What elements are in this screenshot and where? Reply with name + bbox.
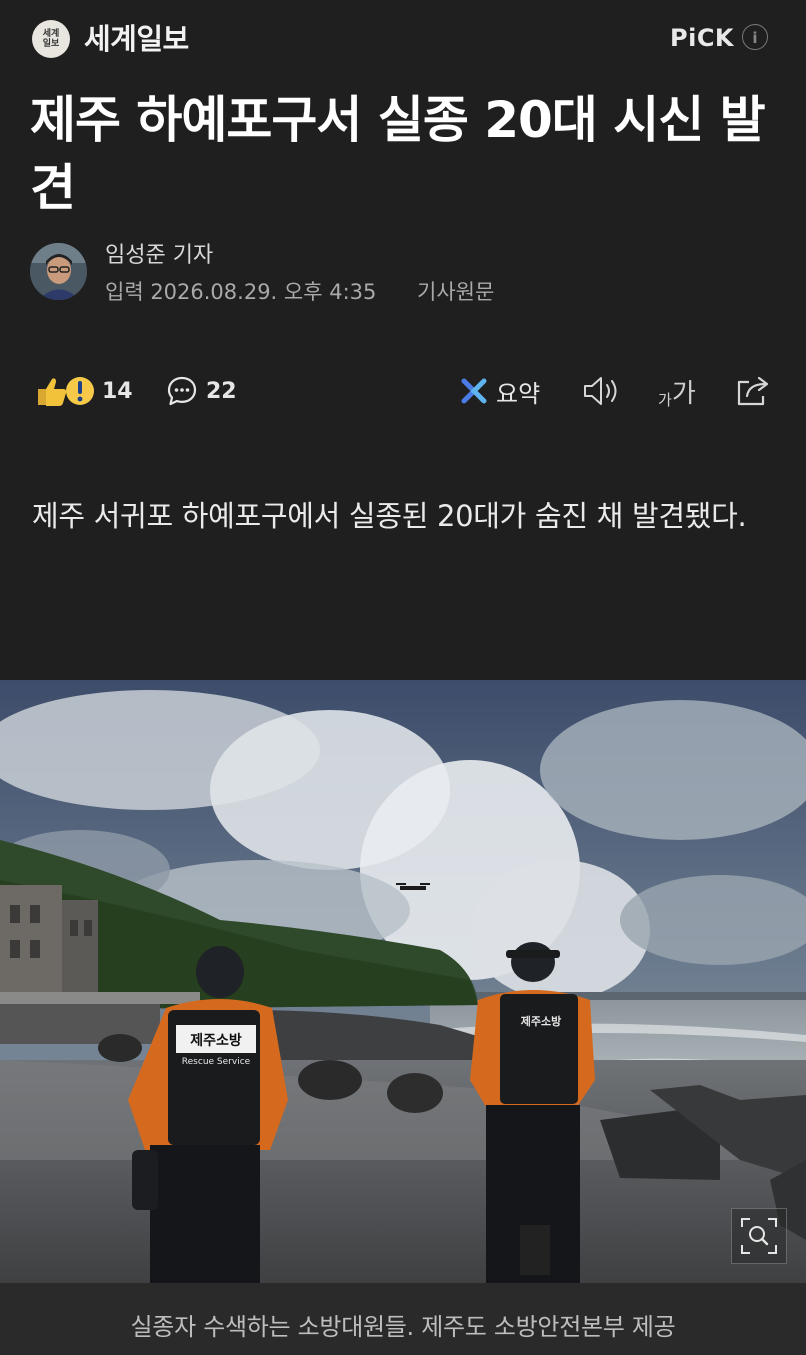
- summary-button[interactable]: 요약: [460, 370, 540, 412]
- photo-caption: 실종자 수색하는 소방대원들. 제주도 소방안전본부 제공: [130, 1313, 676, 1341]
- reporter-name[interactable]: 임성준 기자: [105, 241, 213, 271]
- comment-count: 22: [206, 378, 237, 404]
- published-date: 입력 2026.08.29. 오후 4:35: [105, 280, 377, 304]
- font-size-icon: 가 가: [658, 373, 696, 410]
- photo-zoom-button[interactable]: [731, 1208, 787, 1264]
- listen-button[interactable]: [582, 370, 620, 412]
- share-icon: [735, 374, 771, 408]
- vest-label-right: 제주소방: [521, 1014, 561, 1028]
- comment-button[interactable]: 22: [166, 370, 237, 412]
- reaction-button[interactable]: 14: [34, 370, 133, 412]
- speaker-icon: [582, 374, 620, 408]
- press-logo[interactable]: 세계 일보: [32, 20, 70, 58]
- article-title: 제주 하예포구서 실종 20대 시신 발견: [30, 91, 766, 217]
- press-name[interactable]: 세계일보: [84, 20, 189, 58]
- reporter-avatar[interactable]: [30, 243, 87, 300]
- vest-sublabel-left: Rescue Service: [182, 1057, 251, 1067]
- article-lead: 제주 서귀포 하예포구에서 실종된 20대가 숨진 채 발견됐다.: [32, 499, 747, 533]
- article-photo[interactable]: 제주소방 Rescue Service 제주소방: [0, 680, 806, 1283]
- summary-icon: [460, 377, 488, 405]
- summary-label: 요약: [496, 379, 541, 408]
- reaction-count: 14: [102, 378, 133, 404]
- zoom-icon: [741, 1218, 777, 1254]
- logo-text-bottom: 일보: [42, 39, 60, 49]
- font-size-button[interactable]: 가 가: [658, 370, 696, 412]
- font-size-small-label: 가: [658, 390, 672, 409]
- logo-text-top: 세계: [42, 29, 60, 39]
- comment-icon: [166, 375, 198, 407]
- original-article-link[interactable]: 기사원문: [417, 277, 494, 307]
- share-button[interactable]: [735, 370, 771, 412]
- vest-label-left: 제주소방: [190, 1032, 242, 1049]
- font-size-big-label: 가: [671, 378, 696, 409]
- pick-badge: PiCK: [670, 24, 735, 52]
- info-icon[interactable]: i: [742, 24, 768, 50]
- reaction-icon: [34, 373, 94, 409]
